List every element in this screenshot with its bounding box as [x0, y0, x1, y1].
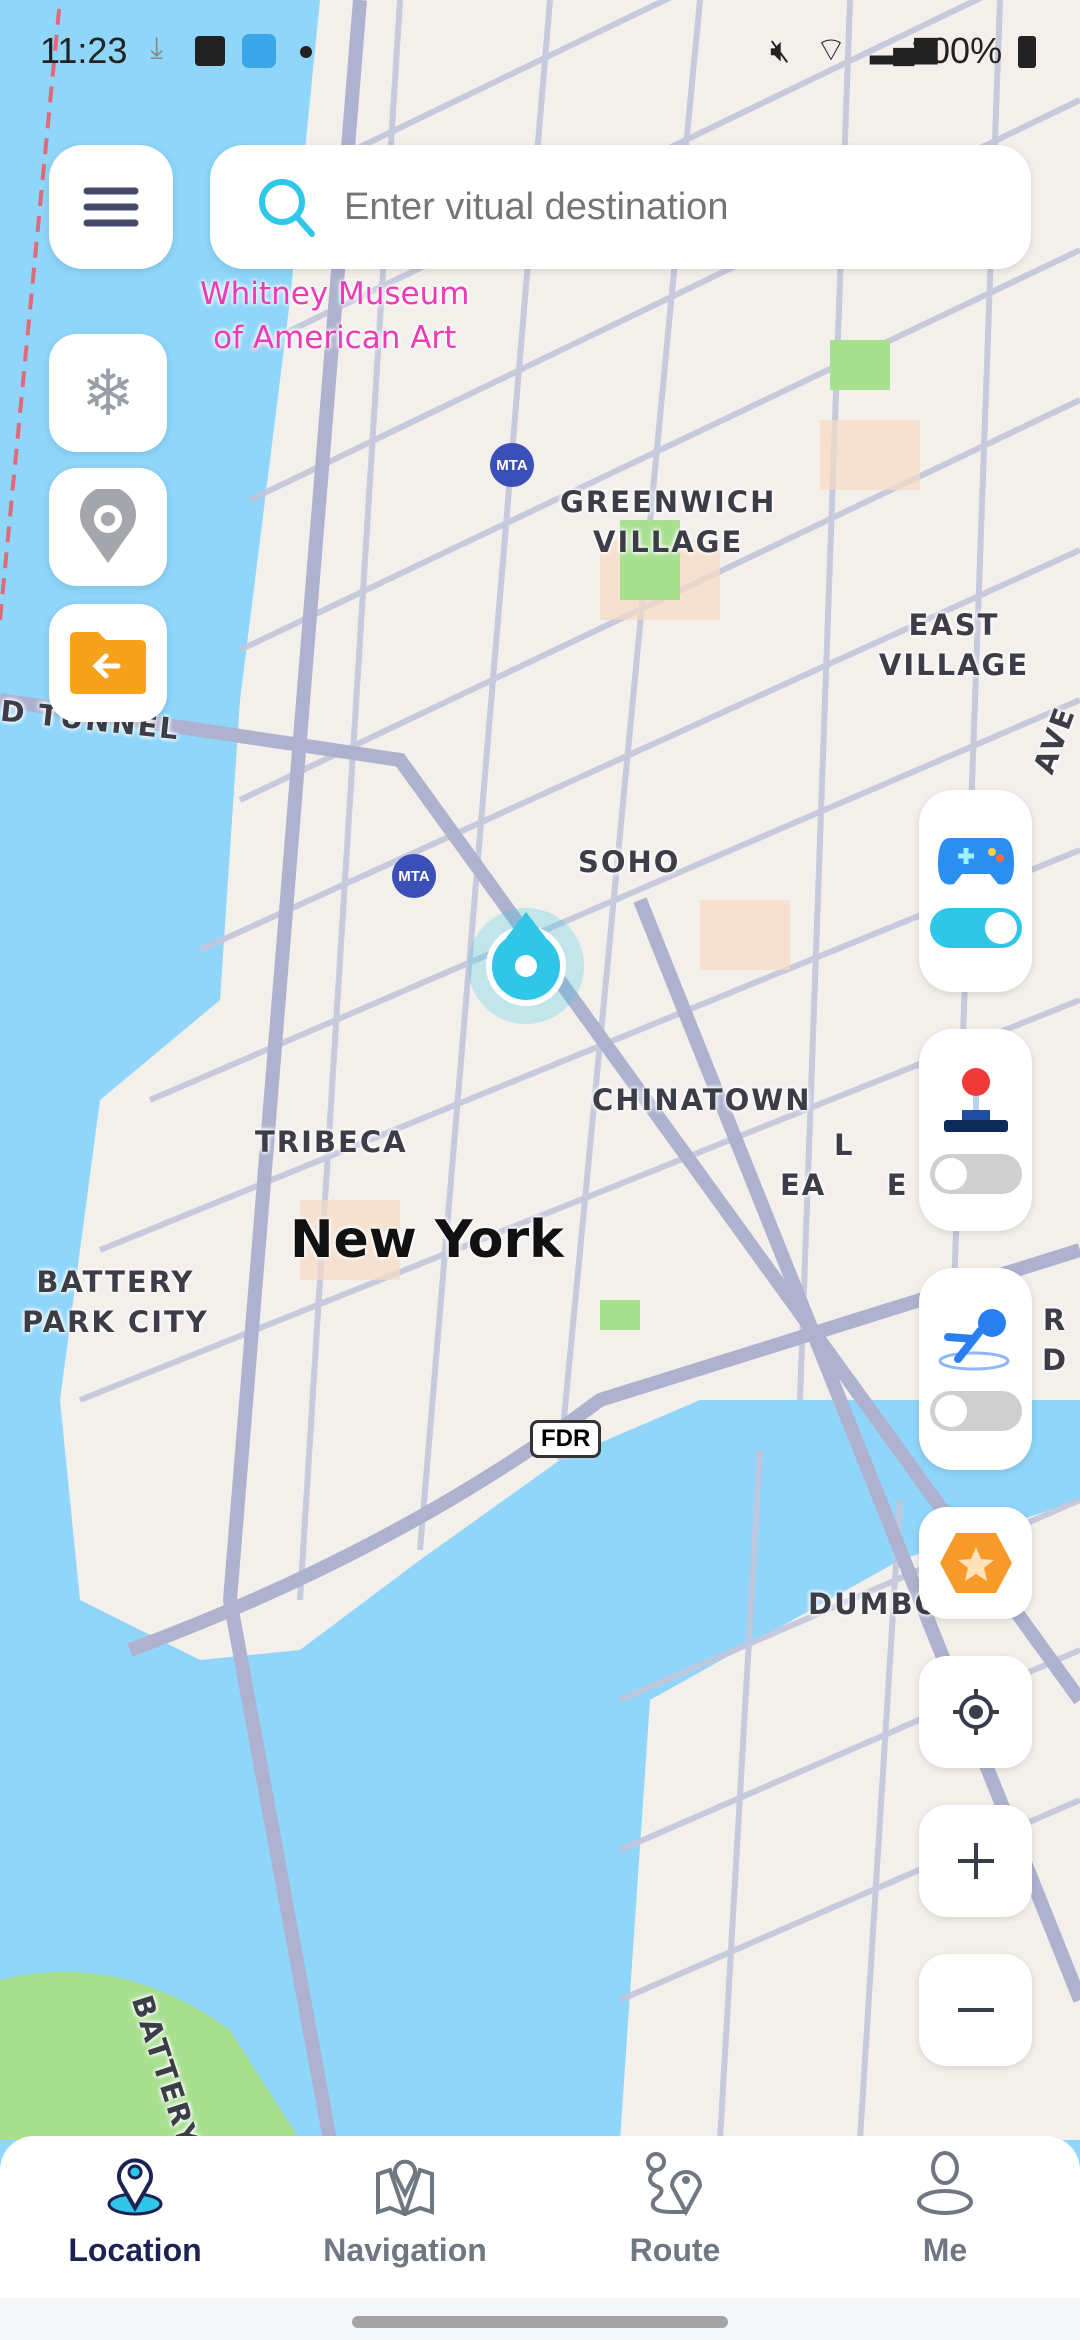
nav-me[interactable]: Me [810, 2136, 1080, 2300]
metro-icon[interactable]: MTA [490, 443, 534, 487]
nav-label: Location [68, 2232, 202, 2268]
status-bar: 11:23 ⤓ 🔇︎ ⌔ ▂▄▆ 100% [0, 0, 1080, 100]
zoom-out-button[interactable] [919, 1954, 1032, 2066]
pokeball-pin-button[interactable] [49, 468, 167, 586]
auto-walk-panel [919, 1268, 1032, 1470]
import-folder-button[interactable] [49, 604, 167, 722]
bottom-nav: Location Navigation Route Me [0, 2136, 1080, 2300]
map-label-greenwich: GREENWICH VILLAGE [560, 485, 777, 559]
map-label-east-village: EAST VILLAGE [878, 608, 1030, 682]
joystick-toggle[interactable] [929, 1154, 1022, 1194]
joystick-panel [919, 1029, 1032, 1231]
zoom-in-button[interactable] [919, 1805, 1032, 1917]
gamepad-icon [937, 838, 1014, 885]
dot-icon [300, 46, 312, 58]
map-icon [376, 2159, 434, 2216]
road-shield-fdr: FDR [530, 1420, 602, 1458]
nav-label: Route [629, 2232, 721, 2268]
auto-walk-toggle[interactable] [929, 1391, 1022, 1431]
metro-icon[interactable]: MTA [392, 854, 436, 898]
map-label-chinatown: CHINATOWN [592, 1083, 812, 1117]
mute-icon: 🔇︎ [770, 32, 791, 68]
freeze-button[interactable]: ❄ [49, 334, 167, 452]
hamburger-icon [83, 187, 139, 227]
route-icon [646, 2152, 703, 2216]
runner-icon [938, 1309, 1009, 1371]
favorites-button[interactable] [919, 1507, 1032, 1619]
plus-icon [957, 1843, 994, 1879]
menu-button[interactable] [49, 145, 173, 269]
game-mode-toggle[interactable] [929, 908, 1022, 948]
locate-button[interactable] [919, 1656, 1032, 1768]
folder-back-icon [70, 632, 146, 694]
nav-label: Navigation [323, 2232, 487, 2268]
nav-label: Me [922, 2232, 968, 2268]
map-label-fdr-dr: R D [1041, 1303, 1069, 1377]
joystick-icon [943, 1068, 1008, 1132]
star-badge-icon [939, 1533, 1012, 1593]
map-label-city: New York [290, 1210, 564, 1270]
pokeball-pin-icon [80, 489, 136, 563]
image-icon [195, 36, 225, 66]
search-bar[interactable] [210, 145, 1031, 269]
game-mode-panel [919, 790, 1032, 992]
battery-percent: 100% [910, 30, 1003, 71]
status-time: 11:23 [40, 30, 128, 71]
search-input[interactable] [344, 185, 984, 229]
nav-location[interactable]: Location [0, 2136, 270, 2300]
map-label-battery-park: BATTERY PARK CITY [22, 1265, 209, 1339]
current-location-marker[interactable] [468, 908, 584, 1024]
map-poi-whitney[interactable]: Whitney Museum of American Art [200, 272, 469, 360]
crosshair-icon [952, 1689, 999, 1735]
nav-route[interactable]: Route [540, 2136, 810, 2300]
snowflake-icon: ❄ [81, 356, 135, 429]
user-icon [917, 2151, 973, 2215]
search-icon [259, 179, 315, 237]
map-label-tribeca: TRIBECA [255, 1125, 408, 1159]
home-indicator[interactable] [352, 2316, 728, 2328]
system-nav-area [0, 2298, 1080, 2340]
app-location-icon [242, 34, 276, 68]
map-label-lower-east: L EA E [780, 1128, 909, 1202]
map-label-soho: SOHO [578, 845, 681, 879]
battery-icon [1018, 36, 1036, 68]
nav-navigation[interactable]: Navigation [270, 2136, 540, 2300]
location-pin-icon [107, 2158, 163, 2216]
download-icon: ⤓ [150, 32, 164, 65]
minus-icon [957, 2008, 994, 2012]
wifi-icon: ⌔ [815, 31, 847, 69]
